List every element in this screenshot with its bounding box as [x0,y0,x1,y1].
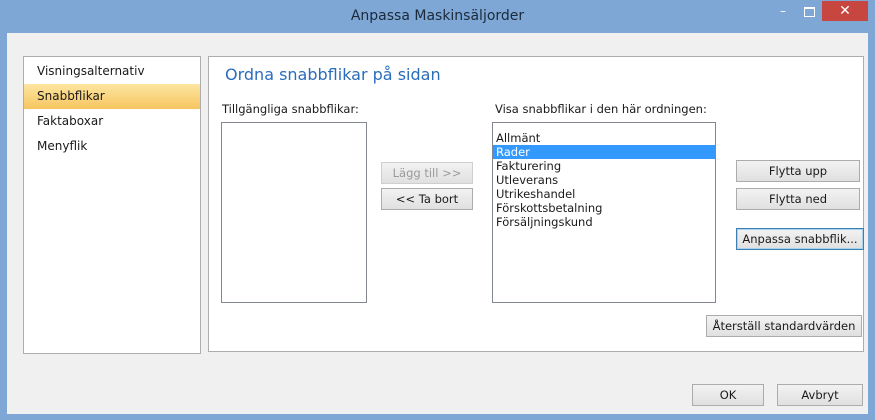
minimize-icon: – [780,4,786,18]
nav-item-label: Snabbflikar [37,89,105,103]
nav-item-label: Menyflik [37,139,88,153]
minimize-button[interactable]: – [770,1,796,21]
category-nav-list: Visningsalternativ Snabbflikar Faktaboxa… [23,56,201,354]
window-title: Anpassa Maskinsäljorder [350,8,525,24]
panel-heading: Ordna snabbflikar på sidan [225,65,441,84]
available-tabs-listbox[interactable] [221,122,367,303]
customize-tab-button[interactable]: Anpassa snabbflik... [736,228,864,250]
nav-item-faktaboxar[interactable]: Faktaboxar [24,109,200,134]
remove-button[interactable]: << Ta bort [381,188,473,210]
dialog-window: Anpassa Maskinsäljorder – ✕ Visningsalte… [0,0,875,420]
dialog-client-area: Visningsalternativ Snabbflikar Faktaboxa… [7,33,868,414]
add-button[interactable]: Lägg till >> [381,162,473,184]
list-item[interactable]: Rader [493,145,715,159]
close-button[interactable]: ✕ [822,1,868,21]
order-list-label: Visa snabbflikar i den här ordningen: [495,102,707,116]
ok-button[interactable]: OK [692,384,764,406]
move-up-button[interactable]: Flytta upp [736,160,860,182]
maximize-icon [803,6,815,17]
available-list-label: Tillgängliga snabbflikar: [222,102,359,116]
snabbflikar-panel: Ordna snabbflikar på sidan Tillgängliga … [208,56,864,352]
move-down-button[interactable]: Flytta ned [736,188,860,210]
tab-order-listbox[interactable]: Allmänt Rader Fakturering Utleverans Utr… [492,122,716,303]
list-item[interactable]: Fakturering [493,159,715,173]
list-item[interactable]: Utrikeshandel [493,187,715,201]
list-item[interactable]: Försäljningskund [493,215,715,229]
list-item[interactable]: Allmänt [493,131,715,145]
nav-item-label: Faktaboxar [37,114,104,128]
reset-defaults-button[interactable]: Återställ standardvärden [706,315,862,337]
close-icon: ✕ [839,3,851,19]
nav-item-visningsalternativ[interactable]: Visningsalternativ [24,59,200,84]
nav-item-menyflik[interactable]: Menyflik [24,134,200,159]
nav-item-label: Visningsalternativ [37,64,145,78]
nav-item-snabbflikar[interactable]: Snabbflikar [24,84,200,109]
maximize-button[interactable] [796,1,822,21]
cancel-button[interactable]: Avbryt [777,384,863,406]
list-item[interactable]: Förskottsbetalning [493,201,715,215]
title-bar[interactable]: Anpassa Maskinsäljorder – ✕ [7,1,868,33]
list-item[interactable]: Utleverans [493,173,715,187]
